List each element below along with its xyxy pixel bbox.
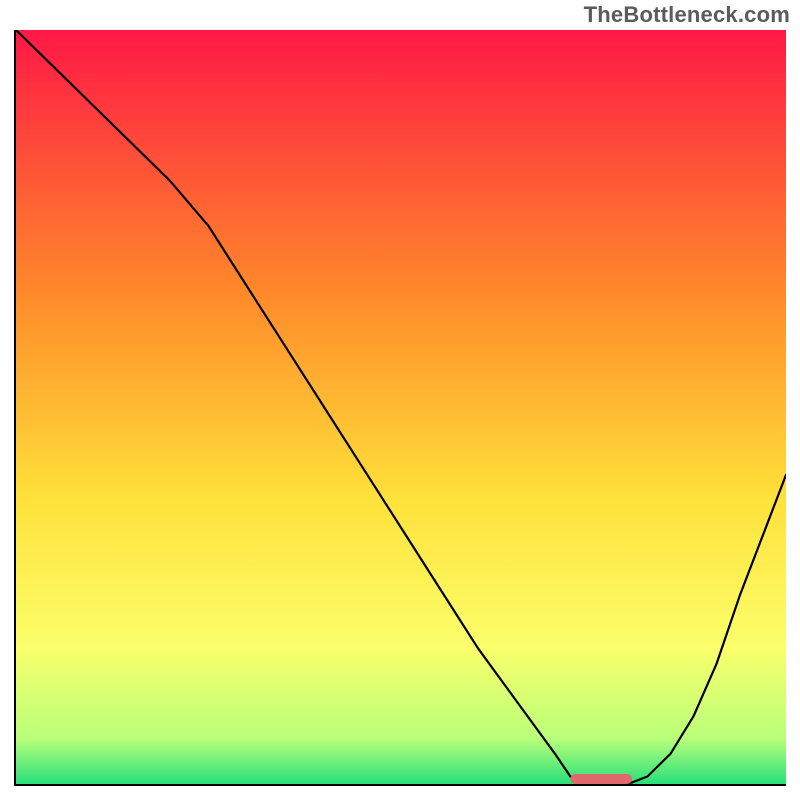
watermark-text: TheBottleneck.com: [584, 2, 790, 28]
gradient-rect: [16, 30, 786, 784]
chart-frame: TheBottleneck.com: [0, 0, 800, 800]
plot-area: [14, 30, 786, 786]
gradient-background: [16, 30, 786, 784]
